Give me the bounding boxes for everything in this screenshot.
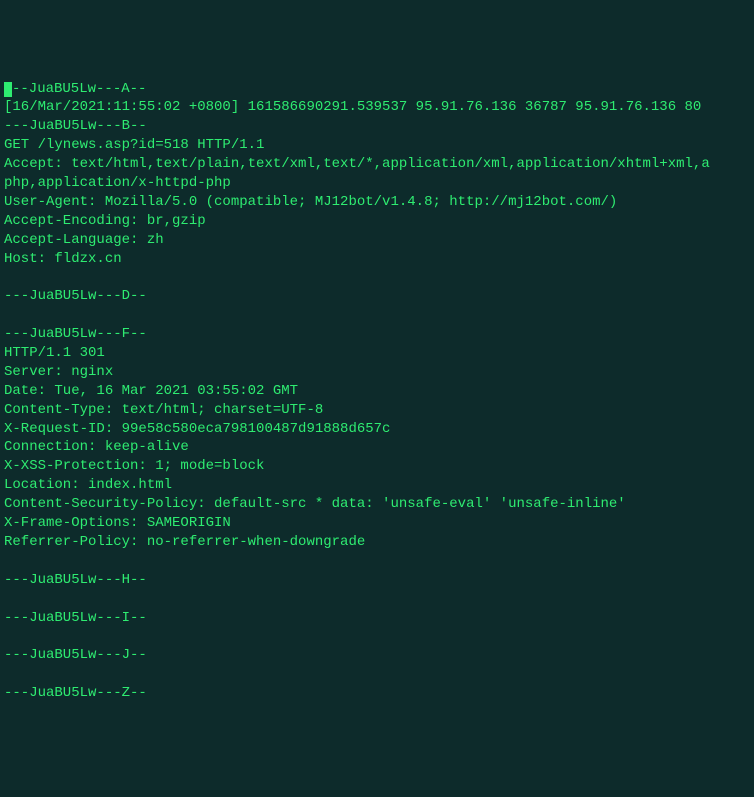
log-line: ---JuaBU5Lw---J-- [4,646,750,665]
log-line: Location: index.html [4,476,750,495]
log-line: ---JuaBU5Lw---Z-- [4,684,750,703]
log-line: GET /lynews.asp?id=518 HTTP/1.1 [4,136,750,155]
log-line: User-Agent: Mozilla/5.0 (compatible; MJ1… [4,193,750,212]
log-line [4,306,750,325]
log-line [4,627,750,646]
log-line: Date: Tue, 16 Mar 2021 03:55:02 GMT [4,382,750,401]
log-line: php,application/x-httpd-php [4,174,750,193]
log-line: ---JuaBU5Lw---H-- [4,571,750,590]
log-line: X-Request-ID: 99e58c580eca798100487d9188… [4,420,750,439]
log-line [4,552,750,571]
log-line: HTTP/1.1 301 [4,344,750,363]
log-line: X-XSS-Protection: 1; mode=block [4,457,750,476]
terminal-output: --JuaBU5Lw---A--[16/Mar/2021:11:55:02 +0… [4,80,750,703]
log-line: Connection: keep-alive [4,438,750,457]
terminal-cursor [4,82,12,97]
log-line: Host: fldzx.cn [4,250,750,269]
log-line: Server: nginx [4,363,750,382]
log-line: X-Frame-Options: SAMEORIGIN [4,514,750,533]
log-line: Accept: text/html,text/plain,text/xml,te… [4,155,750,174]
log-line: Referrer-Policy: no-referrer-when-downgr… [4,533,750,552]
log-line: ---JuaBU5Lw---B-- [4,117,750,136]
log-line: --JuaBU5Lw---A-- [4,80,750,99]
log-line: Accept-Encoding: br,gzip [4,212,750,231]
log-line [4,268,750,287]
log-line [4,590,750,609]
log-line: [16/Mar/2021:11:55:02 +0800] 16158669029… [4,98,750,117]
log-line: ---JuaBU5Lw---I-- [4,609,750,628]
log-line: Accept-Language: zh [4,231,750,250]
log-line [4,665,750,684]
log-line: ---JuaBU5Lw---D-- [4,287,750,306]
log-line: Content-Security-Policy: default-src * d… [4,495,750,514]
log-line: Content-Type: text/html; charset=UTF-8 [4,401,750,420]
log-line: ---JuaBU5Lw---F-- [4,325,750,344]
